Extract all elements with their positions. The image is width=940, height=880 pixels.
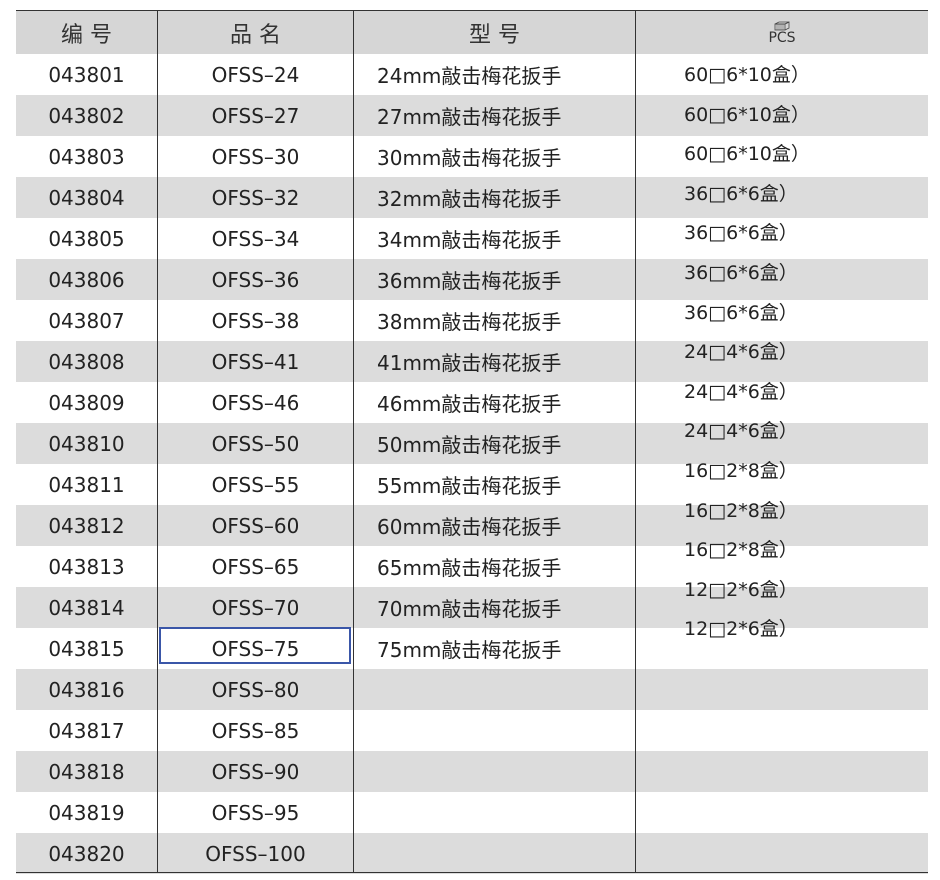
product-table: 编 号 品 名 型 号 PCS 043801 OFSS–24 24mm敲击梅花扳手 0… [0, 0, 940, 880]
cell-model[interactable]: 38mm敲击梅花扳手 [377, 300, 627, 341]
header-pcs-label: PCS [768, 29, 796, 46]
cell-code[interactable]: 043816 [16, 669, 157, 710]
cell-name[interactable]: OFSS–95 [158, 792, 353, 833]
cell-code[interactable]: 043807 [16, 300, 157, 341]
cell-code[interactable]: 043820 [16, 833, 157, 874]
cell-code[interactable]: 043817 [16, 710, 157, 751]
cell-model[interactable] [377, 833, 627, 874]
cell-code[interactable]: 043805 [16, 218, 157, 259]
table-top-rule [16, 10, 928, 11]
cell-code[interactable]: 043803 [16, 136, 157, 177]
cell-name[interactable]: OFSS–100 [158, 833, 353, 874]
cell-name[interactable]: OFSS–50 [158, 423, 353, 464]
selected-cell-outline [159, 627, 351, 664]
cell-code[interactable]: 043813 [16, 546, 157, 587]
cell-name[interactable]: OFSS–46 [158, 382, 353, 423]
cell-name[interactable]: OFSS–32 [158, 177, 353, 218]
table-header: 编 号 品 名 型 号 PCS [16, 11, 928, 54]
cell-code[interactable]: 043815 [16, 628, 157, 669]
cell-name[interactable]: OFSS–80 [158, 669, 353, 710]
cell-model[interactable]: 46mm敲击梅花扳手 [377, 382, 627, 423]
cell-name[interactable]: OFSS–70 [158, 587, 353, 628]
cell-model[interactable] [377, 669, 627, 710]
cell-name[interactable]: OFSS–30 [158, 136, 353, 177]
cell-code[interactable]: 043809 [16, 382, 157, 423]
packing-spec: 60□6*10盒） [684, 143, 810, 165]
cell-code[interactable]: 043802 [16, 95, 157, 136]
cell-name[interactable]: OFSS–34 [158, 218, 353, 259]
cell-name[interactable]: OFSS–90 [158, 751, 353, 792]
table-bottom-rule [16, 872, 928, 873]
header-pcs: PCS [636, 11, 928, 54]
header-code: 编 号 [61, 22, 112, 48]
cell-name[interactable]: OFSS–85 [158, 710, 353, 751]
cell-code[interactable]: 043810 [16, 423, 157, 464]
cell-code[interactable]: 043811 [16, 464, 157, 505]
packing-spec: 36□6*6盒） [684, 222, 798, 244]
cell-model[interactable] [377, 751, 627, 792]
cell-model[interactable]: 30mm敲击梅花扳手 [377, 136, 627, 177]
table-row[interactable]: 043820 OFSS–100 [16, 833, 928, 874]
cell-name[interactable]: OFSS–36 [158, 259, 353, 300]
cell-model[interactable]: 50mm敲击梅花扳手 [377, 423, 627, 464]
packing-spec: 60□6*10盒） [684, 104, 810, 126]
packing-spec: 24□4*6盒） [684, 420, 798, 442]
cell-model[interactable]: 34mm敲击梅花扳手 [377, 218, 627, 259]
cell-name[interactable]: OFSS–60 [158, 505, 353, 546]
cell-model[interactable]: 41mm敲击梅花扳手 [377, 341, 627, 382]
packing-spec: 12□2*6盒） [684, 618, 798, 640]
cell-model[interactable]: 75mm敲击梅花扳手 [377, 628, 627, 669]
packing-spec: 36□6*6盒） [684, 302, 798, 324]
cell-model[interactable]: 24mm敲击梅花扳手 [377, 54, 627, 95]
cell-code[interactable]: 043806 [16, 259, 157, 300]
cell-model[interactable]: 60mm敲击梅花扳手 [377, 505, 627, 546]
cell-model[interactable]: 65mm敲击梅花扳手 [377, 546, 627, 587]
packing-spec: 12□2*6盒） [684, 579, 798, 601]
cell-name[interactable]: OFSS–38 [158, 300, 353, 341]
column-divider [635, 11, 636, 873]
cell-code[interactable]: 043819 [16, 792, 157, 833]
cell-model[interactable] [377, 792, 627, 833]
cell-name[interactable]: OFSS–55 [158, 464, 353, 505]
column-divider [353, 11, 354, 873]
cell-code[interactable]: 043818 [16, 751, 157, 792]
column-divider [157, 11, 158, 873]
header-model: 型 号 [469, 22, 520, 48]
packing-spec: 16□2*8盒） [684, 500, 798, 522]
cell-code[interactable]: 043801 [16, 54, 157, 95]
packing-spec: 16□2*8盒） [684, 460, 798, 482]
table-row[interactable]: 043819 OFSS–95 [16, 792, 928, 833]
header-name: 品 名 [230, 22, 281, 48]
cell-model[interactable]: 32mm敲击梅花扳手 [377, 177, 627, 218]
cell-model[interactable]: 70mm敲击梅花扳手 [377, 587, 627, 628]
table-row[interactable]: 043817 OFSS–85 [16, 710, 928, 751]
packing-spec: 36□6*6盒） [684, 183, 798, 205]
cell-name[interactable]: OFSS–41 [158, 341, 353, 382]
box-icon [774, 20, 790, 30]
cell-model[interactable] [377, 710, 627, 751]
table-row[interactable]: 043818 OFSS–90 [16, 751, 928, 792]
cell-name[interactable]: OFSS–24 [158, 54, 353, 95]
cell-name[interactable]: OFSS–27 [158, 95, 353, 136]
cell-model[interactable]: 55mm敲击梅花扳手 [377, 464, 627, 505]
cell-code[interactable]: 043814 [16, 587, 157, 628]
packing-spec: 60□6*10盒） [684, 64, 810, 86]
cell-model[interactable]: 36mm敲击梅花扳手 [377, 259, 627, 300]
cell-code[interactable]: 043812 [16, 505, 157, 546]
packing-spec: 16□2*8盒） [684, 539, 798, 561]
packing-spec: 36□6*6盒） [684, 262, 798, 284]
packing-spec: 24□4*6盒） [684, 381, 798, 403]
table-row[interactable]: 043816 OFSS–80 [16, 669, 928, 710]
cell-code[interactable]: 043808 [16, 341, 157, 382]
cell-code[interactable]: 043804 [16, 177, 157, 218]
cell-name[interactable]: OFSS–65 [158, 546, 353, 587]
packing-spec: 24□4*6盒） [684, 341, 798, 363]
cell-model[interactable]: 27mm敲击梅花扳手 [377, 95, 627, 136]
